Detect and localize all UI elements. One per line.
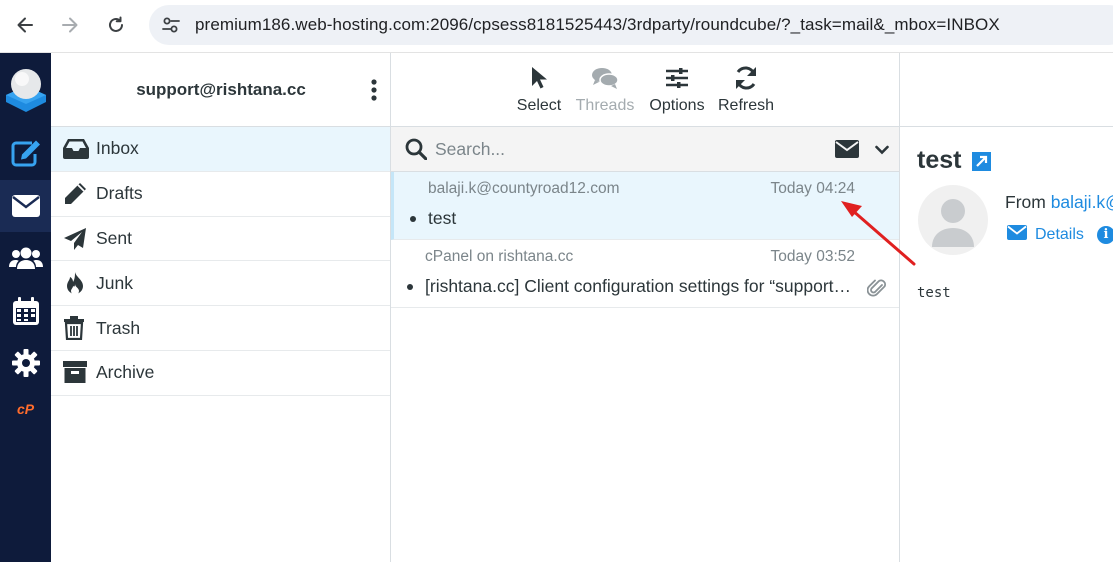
account-email: support@rishtana.cc: [136, 80, 306, 99]
select-label: Select: [516, 97, 562, 114]
options-label: Options: [649, 97, 705, 114]
browser-toolbar: premium186.web-hosting.com:2096/cpsess81…: [0, 0, 1113, 53]
settings-gear-icon[interactable]: [0, 337, 51, 389]
preview-subject: test: [917, 146, 962, 174]
info-icon[interactable]: i: [1097, 226, 1113, 244]
more-menu-icon[interactable]: [368, 78, 380, 102]
folder-label: Trash: [96, 317, 141, 338]
archive-icon: [63, 360, 87, 385]
unread-dot: [407, 284, 413, 290]
paper-plane-icon: [63, 227, 87, 251]
message-row[interactable]: balaji.k@countyroad12.com Today 04:24 te…: [391, 172, 899, 240]
mail-icon[interactable]: [0, 180, 51, 232]
folder-panel: support@rishtana.cc Inbox Drafts Sent Ju…: [51, 53, 391, 562]
paperclip-icon: [866, 276, 887, 305]
select-button[interactable]: Select: [515, 63, 563, 115]
message-preview: [900, 53, 1113, 562]
calendar-icon[interactable]: [0, 285, 51, 337]
folder-label: Sent: [96, 227, 132, 248]
threads-button[interactable]: Threads: [575, 63, 635, 115]
trash-icon: [63, 316, 87, 341]
folder-sent[interactable]: Sent: [51, 217, 390, 262]
envelope-icon[interactable]: [835, 140, 859, 163]
refresh-icon: [717, 63, 775, 93]
folder-drafts[interactable]: Drafts: [51, 172, 390, 217]
message-subject: [rishtana.cc] Client configuration setti…: [425, 276, 852, 296]
envelope-small-icon: [1007, 225, 1027, 245]
contacts-icon[interactable]: [0, 232, 51, 284]
threads-icon: [575, 63, 635, 93]
folder-archive[interactable]: Archive: [51, 351, 390, 396]
folder-label: Junk: [96, 272, 133, 293]
cpanel-icon[interactable]: cP: [0, 383, 51, 435]
message-row[interactable]: cPanel on rishtana.cc Today 03:52 [risht…: [391, 240, 899, 308]
search-icon[interactable]: [405, 138, 428, 165]
sliders-icon: [647, 63, 707, 93]
inbox-icon: [63, 137, 89, 161]
fire-icon: [63, 271, 87, 296]
threads-label: Threads: [575, 97, 635, 114]
options-button[interactable]: Options: [647, 63, 707, 115]
message-body: test: [917, 285, 951, 301]
message-toolbar: Select Threads Options Refresh: [391, 53, 899, 127]
roundcube-logo-icon[interactable]: [0, 63, 51, 115]
search-bar: [391, 127, 899, 172]
refresh-button[interactable]: Refresh: [717, 63, 775, 115]
chevron-down-icon[interactable]: [875, 142, 889, 160]
folder-label: Archive: [96, 362, 155, 383]
preview-toolbar: [900, 53, 1113, 127]
app-rail: cP: [0, 53, 51, 562]
refresh-label: Refresh: [717, 97, 775, 114]
preview-from: From balaji.k@: [1005, 192, 1113, 213]
url-text[interactable]: premium186.web-hosting.com:2096/cpsess81…: [195, 15, 1000, 35]
from-address-link[interactable]: balaji.k@: [1051, 192, 1113, 212]
avatar: [918, 185, 988, 255]
folder-label: Drafts: [96, 183, 143, 204]
message-list-panel: Select Threads Options Refresh Search...…: [391, 53, 900, 562]
details-link[interactable]: Details: [1007, 225, 1084, 245]
reload-icon[interactable]: [103, 12, 129, 38]
folder-trash[interactable]: Trash: [51, 306, 390, 351]
open-in-new-window-icon[interactable]: [972, 152, 991, 171]
cursor-icon: [515, 63, 563, 93]
address-bar[interactable]: premium186.web-hosting.com:2096/cpsess81…: [149, 5, 1113, 45]
from-label: From: [1005, 192, 1046, 212]
details-label: Details: [1035, 226, 1084, 243]
pencil-icon: [63, 182, 87, 206]
search-input[interactable]: [435, 135, 815, 163]
folder-inbox[interactable]: Inbox: [51, 127, 390, 172]
forward-icon[interactable]: [57, 12, 83, 38]
message-subject: test: [428, 208, 457, 228]
folder-junk[interactable]: Junk: [51, 261, 390, 307]
cpanel-label: cP: [16, 401, 35, 417]
folder-label: Inbox: [96, 138, 139, 159]
unread-dot: [410, 216, 416, 222]
compose-icon[interactable]: [0, 127, 51, 179]
site-settings-icon[interactable]: [161, 16, 181, 39]
message-from: balaji.k@countyroad12.com: [428, 180, 620, 197]
message-from: cPanel on rishtana.cc: [425, 248, 574, 265]
message-date: Today 04:24: [770, 180, 855, 197]
back-icon[interactable]: [12, 12, 38, 38]
message-date: Today 03:52: [770, 248, 855, 265]
folder-header: support@rishtana.cc: [51, 53, 390, 127]
